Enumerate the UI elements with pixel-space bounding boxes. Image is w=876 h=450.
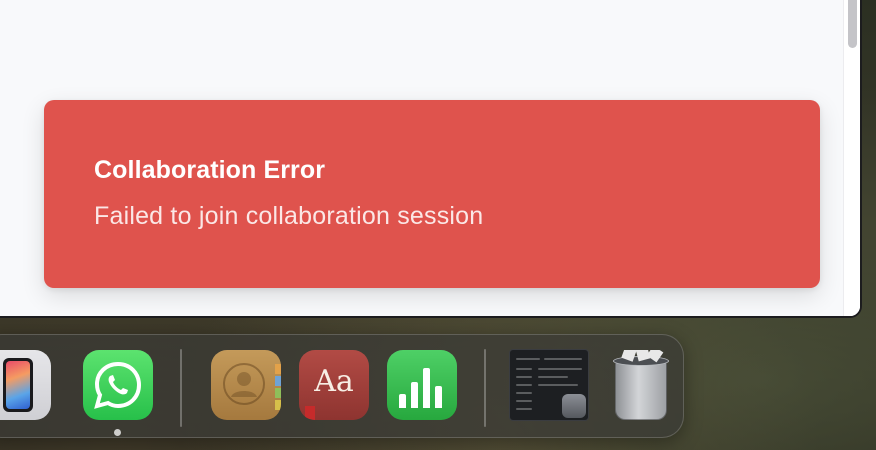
dock-app-numbers[interactable]: [387, 350, 457, 420]
dock-app-iphone-mirroring[interactable]: [0, 350, 51, 420]
dock-divider: [484, 349, 486, 427]
dock-window-preview[interactable]: [509, 349, 589, 421]
dock: Aa: [0, 334, 684, 438]
error-toast[interactable]: Collaboration Error Failed to join colla…: [44, 100, 820, 288]
iphone-icon: [3, 358, 33, 412]
whatsapp-icon: [94, 361, 142, 409]
toast-message: Failed to join collaboration session: [94, 202, 484, 230]
dock-app-dictionary[interactable]: Aa: [299, 350, 369, 420]
toast-title: Collaboration Error: [94, 156, 326, 184]
dictionary-icon: Aa: [314, 364, 354, 399]
dock-divider: [180, 349, 182, 427]
contacts-icon: [223, 363, 281, 410]
dock-app-whatsapp[interactable]: [83, 350, 153, 420]
bookmark-ribbon-icon: [305, 406, 315, 420]
scrollbar[interactable]: [843, 0, 860, 316]
settings-gear-icon: [562, 394, 586, 418]
scrollbar-thumb[interactable]: [848, 0, 857, 48]
dock-app-contacts[interactable]: [211, 350, 281, 420]
running-indicator: [114, 429, 121, 436]
dock-app-trash[interactable]: [605, 350, 675, 420]
